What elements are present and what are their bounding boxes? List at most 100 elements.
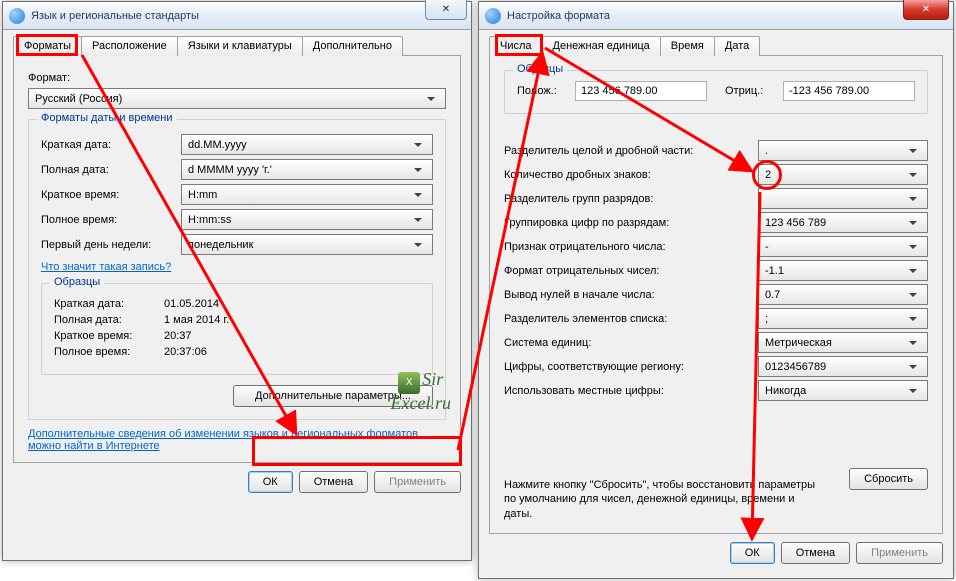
ok-button[interactable]: ОК <box>248 471 293 493</box>
number-format-row: Количество дробных знаков:2 <box>504 164 928 185</box>
chevron-down-icon <box>904 213 921 232</box>
field-label: Разделитель элементов списка: <box>504 313 758 325</box>
field-dropdown[interactable]: Метрическая <box>758 332 928 353</box>
format-row: Полное время:H:mm:ss <box>41 209 433 230</box>
sample-row: Краткая дата:01.05.2014 <box>54 298 420 310</box>
close-button[interactable]: ✕ <box>903 0 949 20</box>
field-label: Полная дата: <box>41 164 181 176</box>
tab-date[interactable]: Дата <box>714 36 760 56</box>
titlebar[interactable]: Язык и региональные стандарты ✕ <box>3 2 471 30</box>
chevron-down-icon <box>904 333 921 352</box>
group-legend: Форматы даты и времени <box>37 112 177 124</box>
cancel-button[interactable]: Отмена <box>781 542 850 564</box>
field-label: Разделитель групп разрядов: <box>504 193 758 205</box>
regional-settings-dialog: Язык и региональные стандарты ✕ Форматы … <box>2 1 472 561</box>
sample-label: Краткое время: <box>54 330 164 342</box>
format-dropdown[interactable]: Русский (Россия) <box>28 88 446 109</box>
field-label: Разделитель целой и дробной части: <box>504 145 758 157</box>
tab-additional[interactable]: Дополнительно <box>302 36 403 56</box>
field-label: Количество дробных знаков: <box>504 169 758 181</box>
chevron-down-icon <box>904 357 921 376</box>
negative-label: Отриц.: <box>725 85 775 97</box>
field-label: Использовать местные цифры: <box>504 385 758 397</box>
sample-label: Полная дата: <box>54 314 164 326</box>
chevron-down-icon <box>904 141 921 160</box>
chevron-down-icon <box>904 165 921 184</box>
sample-value: 1 мая 2014 г. <box>164 314 420 326</box>
apply-button[interactable]: Применить <box>374 471 461 493</box>
sample-value: 20:37 <box>164 330 420 342</box>
globe-icon <box>485 8 501 24</box>
field-label: Краткое время: <box>41 189 181 201</box>
chevron-down-icon <box>409 185 426 204</box>
format-row: Полная дата:d MMMM yyyy 'г.' <box>41 159 433 180</box>
field-dropdown[interactable]: 2 <box>758 164 928 185</box>
field-dropdown[interactable]: . <box>758 140 928 161</box>
field-dropdown[interactable]: H:mm <box>181 184 433 205</box>
number-format-row: Группировка цифр по разрядам:123 456 789 <box>504 212 928 233</box>
tab-keyboards[interactable]: Языки и клавиатуры <box>177 36 303 56</box>
field-label: Система единиц: <box>504 337 758 349</box>
sample-row: Краткое время:20:37 <box>54 330 420 342</box>
field-label: Цифры, соответствующие региону: <box>504 361 758 373</box>
window-title: Настройка формата <box>507 10 610 22</box>
close-button[interactable]: ✕ <box>425 0 467 20</box>
tab-time[interactable]: Время <box>660 36 715 56</box>
chevron-down-icon <box>409 160 426 179</box>
field-dropdown[interactable]: dd.MM.yyyy <box>181 134 433 155</box>
tab-currency[interactable]: Денежная единица <box>542 36 661 56</box>
reset-button[interactable]: Сбросить <box>849 468 928 490</box>
cancel-button[interactable]: Отмена <box>299 471 368 493</box>
chevron-down-icon <box>904 309 921 328</box>
group-legend: Образцы <box>513 63 567 75</box>
tabs: Форматы Расположение Языки и клавиатуры … <box>13 36 461 56</box>
field-dropdown[interactable]: -1.1 <box>758 260 928 281</box>
field-dropdown[interactable]: d MMMM yyyy 'г.' <box>181 159 433 180</box>
chevron-down-icon <box>904 237 921 256</box>
number-format-row: Цифры, соответствующие региону:012345678… <box>504 356 928 377</box>
field-dropdown[interactable]: ; <box>758 308 928 329</box>
chevron-down-icon <box>409 210 426 229</box>
more-info-link[interactable]: Дополнительные сведения об изменении язы… <box>28 428 418 452</box>
window-title: Язык и региональные стандарты <box>31 10 199 22</box>
sample-value: 01.05.2014 <box>164 298 420 310</box>
format-row: Краткое время:H:mm <box>41 184 433 205</box>
field-dropdown[interactable] <box>758 188 928 209</box>
globe-icon <box>9 8 25 24</box>
field-dropdown[interactable]: Никогда <box>758 380 928 401</box>
reset-hint: Нажмите кнопку "Сбросить", чтобы восстан… <box>504 478 824 521</box>
number-format-row: Признак отрицательного числа:- <box>504 236 928 257</box>
watermark-logo: XSir Excel.ru <box>391 370 451 412</box>
field-dropdown[interactable]: 0.7 <box>758 284 928 305</box>
chevron-down-icon <box>904 261 921 280</box>
date-time-formats-group: Форматы даты и времени Краткая дата:dd.M… <box>28 119 446 420</box>
field-dropdown[interactable]: 123 456 789 <box>758 212 928 233</box>
sample-value: 20:37:06 <box>164 346 420 358</box>
excel-icon: X <box>398 372 420 394</box>
number-format-row: Вывод нулей в начале числа:0.7 <box>504 284 928 305</box>
field-dropdown[interactable]: понедельник <box>181 234 433 255</box>
tabs: Числа Денежная единица Время Дата <box>489 36 943 56</box>
tab-formats[interactable]: Форматы <box>13 36 82 56</box>
number-format-row: Разделитель элементов списка:; <box>504 308 928 329</box>
group-legend: Образцы <box>50 276 104 288</box>
field-dropdown[interactable]: 0123456789 <box>758 356 928 377</box>
tab-content: Образцы Полож.: 123 456 789.00 Отриц.: -… <box>489 56 943 534</box>
chevron-down-icon <box>904 285 921 304</box>
chevron-down-icon <box>422 89 439 108</box>
field-dropdown[interactable]: - <box>758 236 928 257</box>
tab-numbers[interactable]: Числа <box>489 36 543 56</box>
number-format-row: Система единиц:Метрическая <box>504 332 928 353</box>
number-format-row: Разделитель групп разрядов: <box>504 188 928 209</box>
apply-button[interactable]: Применить <box>856 542 943 564</box>
what-means-link[interactable]: Что значит такая запись? <box>41 261 171 273</box>
ok-button[interactable]: ОК <box>730 542 775 564</box>
sample-row: Полное время:20:37:06 <box>54 346 420 358</box>
field-label: Первый день недели: <box>41 239 181 251</box>
field-dropdown[interactable]: H:mm:ss <box>181 209 433 230</box>
chevron-down-icon <box>409 135 426 154</box>
tab-location[interactable]: Расположение <box>81 36 178 56</box>
titlebar[interactable]: Настройка формата ✕ <box>479 2 953 30</box>
format-label: Формат: <box>28 72 446 84</box>
sample-row: Полная дата:1 мая 2014 г. <box>54 314 420 326</box>
